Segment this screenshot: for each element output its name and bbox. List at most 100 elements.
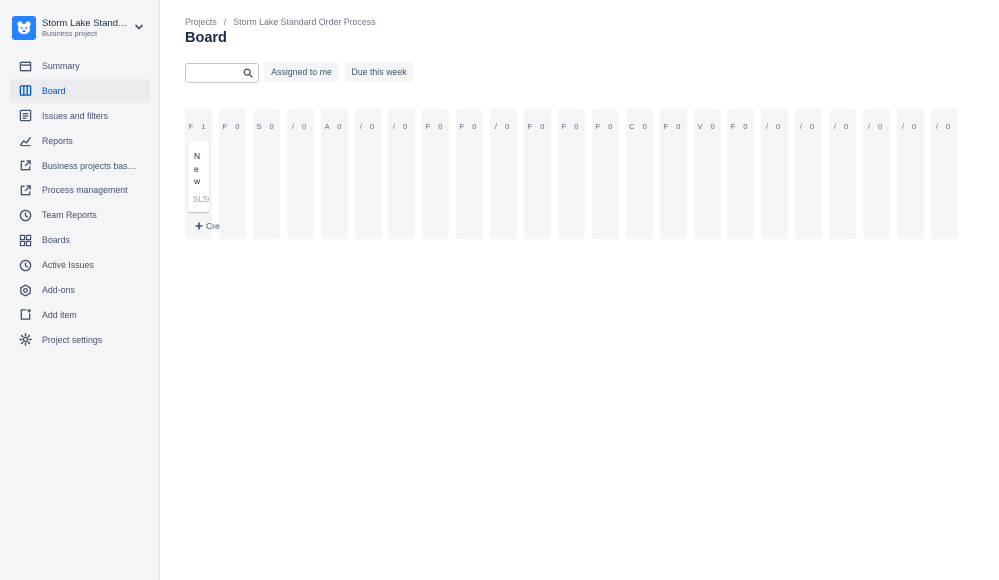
- board-column: / 0: [931, 109, 958, 239]
- column-header: / 0: [867, 122, 886, 131]
- column-header: / 0: [799, 122, 818, 131]
- column-header: / 0: [291, 122, 310, 131]
- issue-card[interactable]: New SLSOP-: [188, 142, 209, 212]
- addons-icon: [18, 283, 32, 297]
- sidebar: Storm Lake Standard Order Process Busine…: [0, 0, 160, 580]
- create-label: Cre: [206, 221, 220, 231]
- column-header: V 0: [697, 122, 718, 131]
- board-column: F 0: [660, 109, 687, 239]
- board-column: / 0: [287, 109, 314, 239]
- board-column: / 0: [388, 109, 415, 239]
- board-column: / 0: [355, 109, 382, 239]
- board-column: F 0: [219, 109, 246, 239]
- column-header: / 0: [359, 122, 378, 131]
- sidebar-item-business-projects-basics[interactable]: Business projects basics: [10, 154, 150, 178]
- reports-icon: [18, 134, 32, 148]
- column-header: / 0: [833, 122, 852, 131]
- column-header: / 0: [392, 122, 411, 131]
- column-header: F 1: [188, 122, 209, 131]
- sidebar-item-add-ons[interactable]: Add-ons: [10, 278, 150, 302]
- card-title: New: [194, 151, 201, 186]
- board-column: A 0: [321, 109, 348, 239]
- assigned-to-me-button[interactable]: Assigned to me: [264, 62, 339, 82]
- sidebar-item-label: Business projects basics: [42, 160, 138, 171]
- column-header: / 0: [494, 122, 513, 131]
- page-title: Board: [185, 30, 227, 46]
- board-column: F 1 New SLSOP-: [185, 109, 212, 239]
- sidebar-item-active-issues[interactable]: Active Issues: [10, 253, 150, 277]
- column-header: / 0: [901, 122, 920, 131]
- column-header: F 0: [527, 122, 548, 131]
- breadcrumb-separator: /: [223, 17, 227, 27]
- column-header: / 0: [935, 122, 954, 131]
- add-item-icon: [18, 308, 32, 322]
- create-issue-button[interactable]: Cre: [195, 221, 220, 231]
- column-header: F 0: [222, 122, 243, 131]
- clock-icon: [18, 208, 32, 222]
- sidebar-item-project-settings[interactable]: Project settings: [10, 328, 150, 352]
- clock-icon: [18, 258, 32, 272]
- board-column: C 0: [626, 109, 653, 239]
- board-column: F 0: [727, 109, 754, 239]
- sidebar-item-label: Team Reports: [42, 210, 97, 221]
- sidebar-item-issues-and-filters[interactable]: Issues and filters: [10, 104, 150, 128]
- project-name: Storm Lake Standard Order Process: [42, 18, 128, 29]
- sidebar-item-label: Add-ons: [42, 285, 75, 296]
- column-header: F 0: [425, 122, 446, 131]
- breadcrumb-projects-link[interactable]: Projects: [185, 17, 217, 27]
- column-header: / 0: [765, 122, 784, 131]
- board-column: S 0: [253, 109, 280, 239]
- sidebar-item-label: Active Issues: [42, 260, 94, 271]
- due-this-week-button[interactable]: Due this week: [345, 62, 413, 82]
- board-column: / 0: [897, 109, 924, 239]
- card-key: SLSOP-: [193, 195, 209, 204]
- board-column: V 0: [694, 109, 721, 239]
- board-column: F 0: [524, 109, 551, 239]
- sidebar-item-label: Boards: [42, 235, 70, 246]
- board-column: / 0: [795, 109, 822, 239]
- board-column: F 0: [456, 109, 483, 239]
- board-column: F 0: [558, 109, 585, 239]
- column-header: F 0: [459, 122, 480, 131]
- sidebar-item-label: Add item: [42, 309, 77, 320]
- board-icon: [18, 84, 32, 98]
- column-header: A 0: [324, 122, 345, 131]
- plus-icon: [195, 222, 203, 230]
- column-header: F 0: [663, 122, 684, 131]
- sidebar-item-label: Process management: [42, 185, 128, 196]
- column-header: F 0: [595, 122, 616, 131]
- sidebar-item-boards[interactable]: Boards: [10, 228, 150, 252]
- issues-icon: [18, 109, 32, 123]
- breadcrumb: Projects / Storm Lake Standard Order Pro…: [185, 17, 376, 27]
- board-column: / 0: [863, 109, 890, 239]
- project-type: Business project: [42, 29, 98, 38]
- sidebar-item-process-management[interactable]: Process management: [10, 178, 150, 202]
- sidebar-nav: Summary Board Issues and filters Reports Bus…: [10, 54, 150, 353]
- sidebar-item-reports[interactable]: Reports: [10, 129, 150, 153]
- board-column: / 0: [761, 109, 788, 239]
- project-header[interactable]: Storm Lake Standard Order Process Busine…: [12, 15, 148, 41]
- search-input[interactable]: [185, 63, 259, 83]
- external-link-icon: [18, 159, 32, 173]
- breadcrumb-project-link[interactable]: Storm Lake Standard Order Process: [233, 17, 375, 27]
- column-header: F 0: [730, 122, 751, 131]
- summary-icon: [18, 59, 32, 73]
- board-column: / 0: [829, 109, 856, 239]
- board-column: F 0: [592, 109, 619, 239]
- sidebar-item-add-item[interactable]: Add item: [10, 303, 150, 327]
- board-column: / 0: [490, 109, 517, 239]
- search-icon: [243, 68, 253, 78]
- column-header: C 0: [629, 122, 650, 131]
- sidebar-item-team-reports[interactable]: Team Reports: [10, 203, 150, 227]
- board-column: F 0: [422, 109, 449, 239]
- sidebar-item-label: Issues and filters: [42, 110, 109, 121]
- chevron-down-icon[interactable]: [134, 22, 144, 32]
- sidebar-item-summary[interactable]: Summary: [10, 54, 150, 78]
- sidebar-item-label: Project settings: [42, 334, 103, 345]
- external-link-icon: [18, 183, 32, 197]
- project-avatar: [12, 16, 36, 40]
- column-header: F 0: [561, 122, 582, 131]
- gear-icon: [18, 333, 32, 347]
- sidebar-item-board[interactable]: Board: [10, 78, 150, 103]
- board: F 1 New SLSOP- F 0 S 0 / 0 A 0 / 0 / 0 F 0 F 0 / 0 F…: [185, 109, 965, 239]
